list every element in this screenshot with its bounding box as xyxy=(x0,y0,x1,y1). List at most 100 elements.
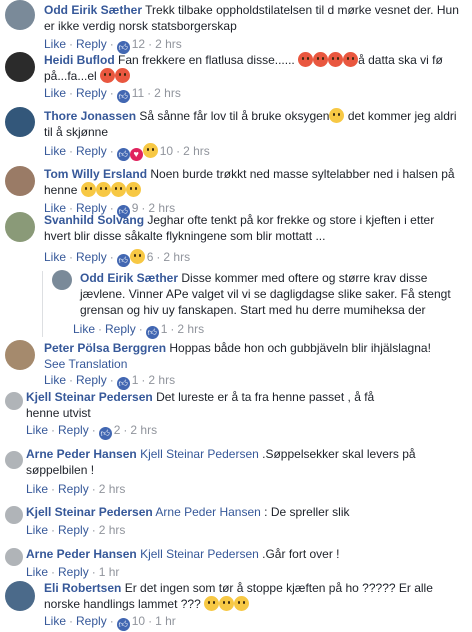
timestamp[interactable]: 2 hrs xyxy=(183,144,210,158)
comment-actions: Like · Reply · 2 hrs xyxy=(26,482,126,496)
commenter-name[interactable]: Odd Eirik Sæther xyxy=(80,271,178,285)
like-button[interactable]: Like xyxy=(26,482,48,496)
timestamp[interactable]: 2 hrs xyxy=(177,322,204,336)
reaction-count[interactable]: 12 xyxy=(132,37,145,51)
avatar[interactable] xyxy=(5,52,35,82)
laughing-emoji-icon xyxy=(95,182,111,197)
reaction-count[interactable]: 1 xyxy=(161,322,168,336)
comment-body: Eli Robertsen Er det ingen som tør å sto… xyxy=(44,580,464,612)
commenter-name[interactable]: Eli Robertsen xyxy=(44,581,121,595)
timestamp[interactable]: 2 hrs xyxy=(154,86,181,100)
like-button[interactable]: Like xyxy=(26,423,48,437)
like-button[interactable]: Like xyxy=(44,614,66,628)
commenter-name[interactable]: Arne Peder Hansen xyxy=(26,447,137,461)
reply-button[interactable]: Reply xyxy=(58,482,89,496)
comment-actions: Like · Reply · 👍︎ 11 · 2 hrs xyxy=(44,86,181,103)
like-button[interactable]: Like xyxy=(44,86,66,100)
reply-button[interactable]: Reply xyxy=(58,523,89,537)
comment-body: Thore Jonassen Så sånne får lov til å br… xyxy=(44,108,464,140)
timestamp[interactable]: 1 hr xyxy=(99,565,120,579)
comment-text: .Går fort over ! xyxy=(262,547,340,561)
comment-body: Arne Peder Hansen Kjell Steinar Pedersen… xyxy=(26,446,466,478)
avatar[interactable] xyxy=(5,340,35,370)
timestamp[interactable]: 2 hrs xyxy=(99,482,126,496)
angry-emoji-icon xyxy=(328,52,344,67)
reaction-count[interactable]: 11 xyxy=(132,86,144,100)
commenter-name[interactable]: Odd Eirik Sæther xyxy=(44,3,142,17)
like-button[interactable]: Like xyxy=(44,373,66,387)
avatar[interactable] xyxy=(5,506,23,524)
comment-body: Arne Peder Hansen Kjell Steinar Pedersen… xyxy=(26,546,466,562)
timestamp[interactable]: 1 hr xyxy=(155,614,176,628)
like-reaction-icon: 👍︎ xyxy=(116,148,130,161)
reaction-count[interactable]: 10 xyxy=(132,614,145,628)
mention-link[interactable]: Kjell Steinar Pedersen xyxy=(140,547,259,561)
reply-button[interactable]: Reply xyxy=(58,423,89,437)
avatar[interactable] xyxy=(5,548,23,566)
mention-link[interactable]: Arne Peder Hansen xyxy=(155,505,260,519)
like-button[interactable]: Like xyxy=(26,565,48,579)
sunglasses-emoji-icon xyxy=(329,108,345,123)
like-reaction-icon: 👍︎ xyxy=(98,427,112,440)
like-button[interactable]: Like xyxy=(26,523,48,537)
reply-button[interactable]: Reply xyxy=(76,614,107,628)
reaction-count[interactable]: 2 xyxy=(114,423,121,437)
reply-button[interactable]: Reply xyxy=(58,565,89,579)
comment-actions: Like · Reply · 👍︎ 1 · 2 hrs xyxy=(44,373,176,390)
thinking-emoji-icon xyxy=(234,596,250,611)
reply-button[interactable]: Reply xyxy=(76,86,107,100)
commenter-name[interactable]: Thore Jonassen xyxy=(44,109,136,123)
like-button[interactable]: Like xyxy=(44,37,66,51)
commenter-name[interactable]: Tom Willy Ersland xyxy=(44,167,147,181)
avatar[interactable] xyxy=(5,451,23,469)
like-button[interactable]: Like xyxy=(44,144,66,158)
avatar[interactable] xyxy=(5,107,35,137)
comment-actions: Like · Reply · 👍︎ 1 · 2 hrs xyxy=(73,322,205,339)
reaction-count[interactable]: 10 xyxy=(160,144,173,158)
angry-emoji-icon xyxy=(100,68,116,83)
timestamp[interactable]: 2 hrs xyxy=(163,250,190,264)
comment-text: Hoppas både hon och gubbjäveln blir ihjä… xyxy=(169,341,431,355)
avatar[interactable] xyxy=(52,270,72,290)
reaction-count[interactable]: 6 xyxy=(147,250,154,264)
comment-body: Peter Pölsa Berggren Hoppas både hon och… xyxy=(44,340,464,372)
love-reaction-icon: ♥︎ xyxy=(129,148,143,161)
like-button[interactable]: Like xyxy=(44,250,66,264)
avatar[interactable] xyxy=(5,212,35,242)
angry-emoji-icon xyxy=(313,52,329,67)
sad-reaction-icon xyxy=(129,249,145,264)
commenter-name[interactable]: Kjell Steinar Pedersen xyxy=(26,505,153,519)
laughing-emoji-icon xyxy=(125,182,141,197)
reply-button[interactable]: Reply xyxy=(76,37,107,51)
avatar[interactable] xyxy=(5,0,35,30)
reply-button[interactable]: Reply xyxy=(76,144,107,158)
commenter-name[interactable]: Heidi Buflod xyxy=(44,53,115,67)
see-translation-link[interactable]: See Translation xyxy=(44,357,127,371)
reply-thread-line xyxy=(42,271,43,337)
comment-body: Odd Eirik Sæther Trekk tilbake oppholdst… xyxy=(44,2,464,34)
timestamp[interactable]: 2 hrs xyxy=(130,423,157,437)
commenter-name[interactable]: Svanhild Solvang xyxy=(44,213,144,227)
comment-actions: Like · Reply · 👍︎ ♥︎ 10 · 2 hrs xyxy=(44,143,210,161)
commenter-name[interactable]: Arne Peder Hansen xyxy=(26,547,137,561)
avatar[interactable] xyxy=(5,581,35,611)
timestamp[interactable]: 2 hrs xyxy=(148,373,175,387)
thinking-emoji-icon xyxy=(219,596,235,611)
comment-body: Tom Willy Ersland Noen burde trøkkt ned … xyxy=(44,166,464,198)
reply-button[interactable]: Reply xyxy=(105,322,136,336)
angry-emoji-icon xyxy=(115,68,131,83)
comment-body: Odd Eirik Sæther Disse kommer med oftere… xyxy=(80,270,465,318)
timestamp[interactable]: 2 hrs xyxy=(99,523,126,537)
reply-button[interactable]: Reply xyxy=(76,373,107,387)
comment-text: Så sånne får lov til å bruke oksygen xyxy=(139,109,330,123)
commenter-name[interactable]: Peter Pölsa Berggren xyxy=(44,341,166,355)
avatar[interactable] xyxy=(5,166,35,196)
comment-text: : De spreller slik xyxy=(264,505,350,519)
reply-button[interactable]: Reply xyxy=(76,250,107,264)
commenter-name[interactable]: Kjell Steinar Pedersen xyxy=(26,390,153,404)
reaction-count[interactable]: 1 xyxy=(132,373,139,387)
like-button[interactable]: Like xyxy=(73,322,95,336)
avatar[interactable] xyxy=(5,392,23,410)
mention-link[interactable]: Kjell Steinar Pedersen xyxy=(140,447,259,461)
timestamp[interactable]: 2 hrs xyxy=(155,37,182,51)
